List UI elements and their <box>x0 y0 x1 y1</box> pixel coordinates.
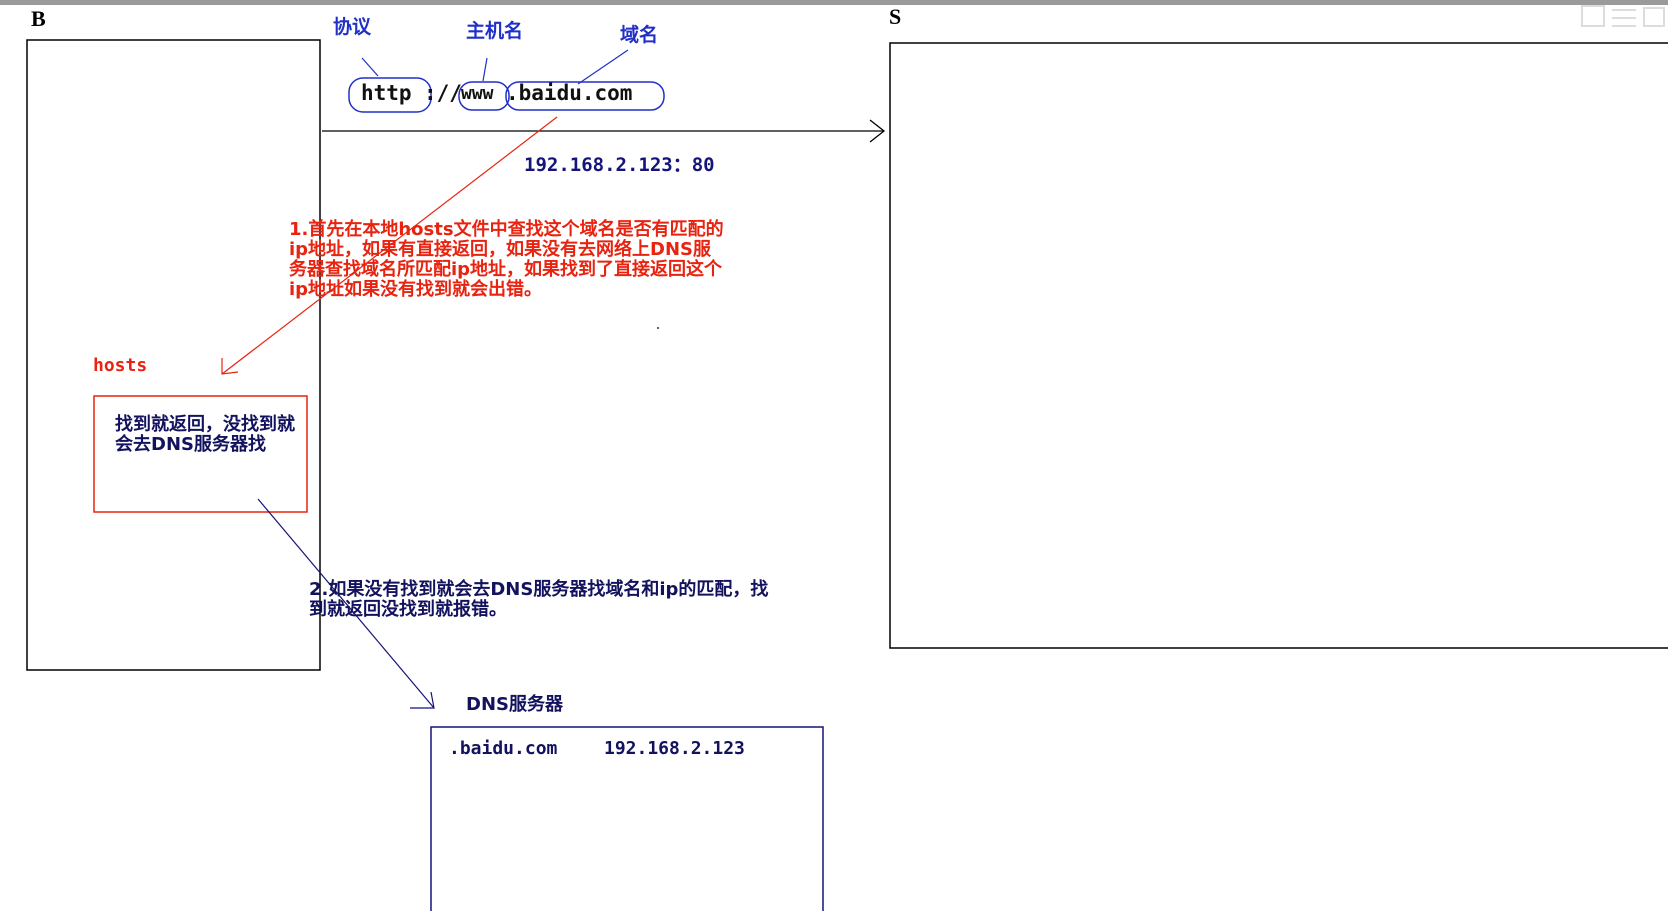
client-label: B <box>31 6 46 31</box>
stray-dot <box>657 327 659 329</box>
step2-note: 2.如果没有找到就会去DNS服务器找域名和ip的匹配，找到就返回没找到就报错。 <box>309 579 769 620</box>
url-domain: .baidu.com <box>506 81 633 105</box>
resolved-address: 192.168.2.123：80 <box>524 154 715 176</box>
server-box <box>889 42 1668 649</box>
step1-note: 1.首先在本地hosts文件中查找这个域名是否有匹配的ip地址，如果有直接返回，… <box>289 219 724 300</box>
watermark-logo-icon <box>1581 5 1665 27</box>
client-box <box>26 39 321 671</box>
protocol-callout <box>361 57 379 77</box>
url-host: www <box>461 83 494 104</box>
diagram-lines <box>26 39 1668 911</box>
protocol-tag: 协议 <box>333 16 372 38</box>
url-separator: :// <box>424 81 462 105</box>
domain-tag: 域名 <box>620 24 659 46</box>
domain-callout <box>577 49 629 85</box>
server-label: S <box>889 4 902 29</box>
url-protocol: http <box>361 81 412 105</box>
hostname-tag: 主机名 <box>466 20 524 42</box>
dns-record-domain: .baidu.com <box>449 738 558 759</box>
hostname-callout <box>482 57 488 82</box>
hosts-title: hosts <box>93 355 148 376</box>
hosts-box-text: 找到就返回，没找到就会去DNS服务器找 <box>115 414 295 455</box>
dns-server-title: DNS服务器 <box>466 694 563 715</box>
diagram-canvas: B S 协议 主机名 域名 http :// www .baidu.com 19… <box>0 0 1668 911</box>
dns-record-ip: 192.168.2.123 <box>604 738 745 759</box>
